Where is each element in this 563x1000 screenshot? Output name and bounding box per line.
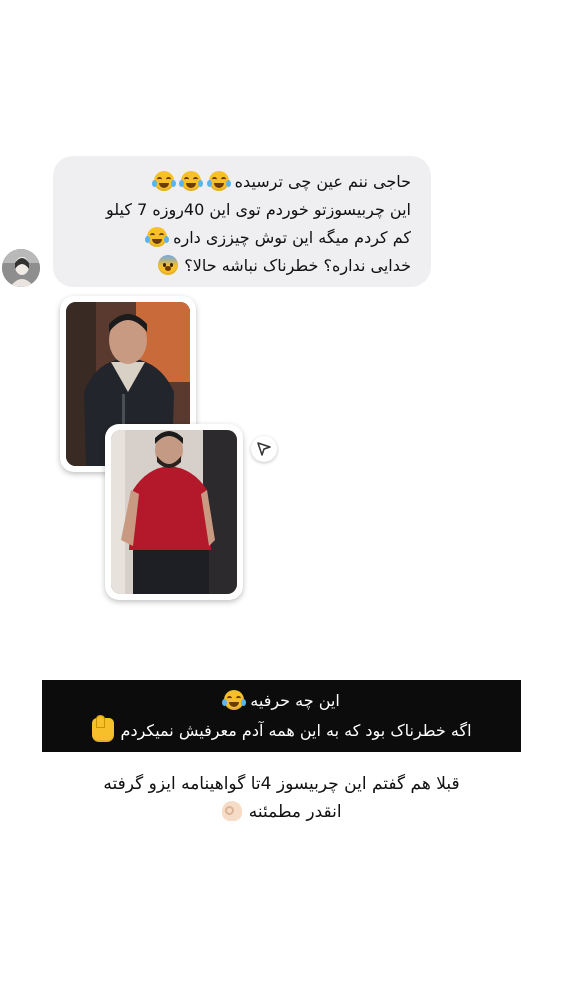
reply-line-1: قبلا هم گفتم این چربیسوز 4تا گواهینامه ا… — [103, 774, 460, 794]
reply-text: قبلا هم گفتم این چربیسوز 4تا گواهینامه ا… — [40, 770, 523, 826]
tears-of-joy-emoji-icon — [145, 227, 170, 247]
message-line-2: این چربیسوزتو خوردم توی این 40روزه 7 کیل… — [105, 200, 411, 219]
after-photo-image — [111, 430, 237, 594]
tears-of-joy-emoji-icon — [179, 171, 204, 191]
reply-caption-box: این چه حرفیه اگه خطرناک بود که به این هم… — [42, 680, 521, 752]
thumbs-up-emoji-icon — [92, 715, 115, 742]
ok-hand-emoji-icon — [222, 801, 243, 821]
send-arrow-glyph — [257, 442, 271, 456]
send-arrow-icon[interactable] — [251, 436, 277, 462]
incoming-message-bubble[interactable]: حاجی ننم عین چی ترسیده این چربیسوزتو خور… — [53, 156, 431, 287]
reply-line-2: انقدر مطمئنه — [40, 798, 523, 826]
sender-avatar[interactable] — [2, 249, 40, 287]
anxious-face-emoji-icon — [158, 255, 179, 275]
message-line-3: کم کردم میگه این توش چیززی داره — [69, 224, 411, 252]
tears-of-joy-emoji-icon — [222, 690, 247, 710]
tears-of-joy-emoji-icon — [206, 171, 231, 191]
avatar-image — [2, 249, 40, 287]
caption-line-2: اگه خطرناک بود که به این همه آدم معرفیش … — [42, 715, 521, 746]
message-line-4: خدایی نداره؟ خطرناک نباشه حالا؟ — [69, 252, 411, 280]
caption-line-1: این چه حرفیه — [42, 686, 521, 716]
message-line-1: حاجی ننم عین چی ترسیده — [69, 168, 411, 196]
after-photo[interactable] — [105, 424, 243, 600]
tears-of-joy-emoji-icon — [152, 171, 177, 191]
